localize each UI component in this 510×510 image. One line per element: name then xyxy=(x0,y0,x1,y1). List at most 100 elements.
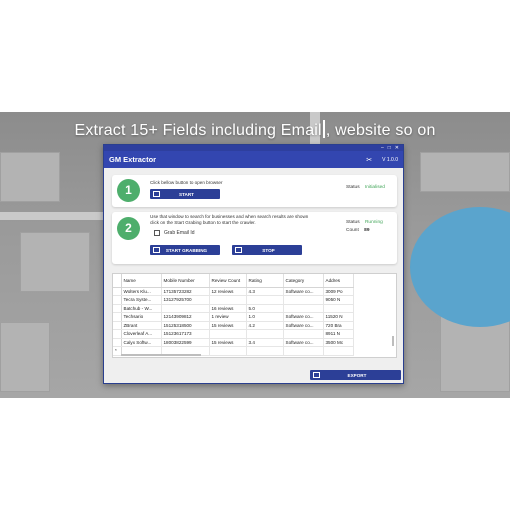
table-row[interactable]: ZBrant 15125318500 15 reviews 4.2 Software c… xyxy=(113,321,354,330)
column-header-address[interactable]: Addres xyxy=(323,274,354,288)
table-cell[interactable]: 15125318500 xyxy=(161,321,210,330)
table-cell[interactable] xyxy=(283,304,324,313)
table-cell[interactable]: 18003822599 xyxy=(161,338,210,347)
table-cell[interactable]: 1 review xyxy=(209,312,247,322)
table-row[interactable]: Cloverleaf A... 15123617173 8911 N xyxy=(113,329,354,339)
grab-icon xyxy=(153,247,160,253)
column-header-review-count[interactable]: Review Count xyxy=(209,274,247,288)
map-block xyxy=(0,322,50,392)
table-row[interactable]: Batchub - W... 16 reviews 5.0 xyxy=(113,304,354,313)
table-cell[interactable]: 15 reviews xyxy=(209,338,247,347)
table-row[interactable]: Techsario 12143909812 1 review 1.0 Software … xyxy=(113,312,354,322)
row-header[interactable] xyxy=(113,295,122,305)
headline-text-rest: , xyxy=(325,122,336,139)
table-cell[interactable]: 17135723282 xyxy=(161,287,210,296)
row-header-corner xyxy=(113,274,122,288)
step2-status: Status Running xyxy=(346,220,383,225)
table-row[interactable]: Tecra Syste... 13127925700 9050 N xyxy=(113,295,354,305)
column-header-name[interactable]: Name xyxy=(121,274,162,288)
table-cell[interactable]: ZBrant xyxy=(121,321,162,330)
minimize-button[interactable]: – xyxy=(381,145,384,151)
step2-count: Count 89 xyxy=(346,228,370,233)
status-value: Initialised xyxy=(364,185,385,190)
start-button[interactable]: START xyxy=(150,189,220,199)
headline: Extract 15+ Fields including Email, webs… xyxy=(0,120,510,140)
table-cell[interactable]: 3009 Po xyxy=(323,287,354,296)
table-cell[interactable] xyxy=(323,346,354,356)
start-grabbing-button[interactable]: START GRABBING xyxy=(150,245,220,255)
results-grid[interactable]: Name Mobile Number Review Count Rating C… xyxy=(112,273,397,358)
table-cell[interactable]: Wolters Klu... xyxy=(121,287,162,296)
row-header[interactable] xyxy=(113,304,122,313)
column-header-rating[interactable]: Rating xyxy=(246,274,284,288)
table-cell[interactable]: 1.0 xyxy=(246,312,284,322)
table-cell[interactable]: 16 reviews xyxy=(209,304,247,313)
table-cell[interactable]: 4.2 xyxy=(246,321,284,330)
table-cell[interactable]: 15123617173 xyxy=(161,329,210,339)
table-cell[interactable] xyxy=(209,295,247,305)
table-cell[interactable]: Software co... xyxy=(283,321,324,330)
table-cell[interactable]: 3500 Mc xyxy=(323,338,354,347)
headline-text: Extract 15+ Fields including Email xyxy=(74,122,322,139)
table-cell[interactable]: 15 reviews xyxy=(209,321,247,330)
app-title: GM Extractor xyxy=(109,155,157,164)
table-cell[interactable] xyxy=(283,329,324,339)
row-header[interactable] xyxy=(113,312,122,322)
close-button[interactable]: ✕ xyxy=(395,145,399,151)
table-cell[interactable] xyxy=(323,304,354,313)
table-cell[interactable] xyxy=(283,346,324,356)
table-cell[interactable]: Cloverleaf A... xyxy=(121,329,162,339)
export-button[interactable]: EXPORT xyxy=(310,370,401,380)
row-header[interactable] xyxy=(113,321,122,330)
table-cell[interactable]: Software co... xyxy=(283,312,324,322)
column-header-category[interactable]: Category xyxy=(283,274,324,288)
table-cell[interactable]: 720 Bra xyxy=(323,321,354,330)
maximize-button[interactable]: □ xyxy=(388,145,391,151)
table-row[interactable]: Calyx Softw... 18003822599 15 reviews 3.4 So… xyxy=(113,338,354,347)
tools-icon[interactable]: ✂ xyxy=(366,156,372,164)
table-cell[interactable]: 11520 N xyxy=(323,312,354,322)
stop-button[interactable]: STOP xyxy=(232,245,302,255)
table-cell[interactable]: 3.4 xyxy=(246,338,284,347)
table-body: Wolters Klu... 17135723282 12 reviews 4.3 So… xyxy=(113,287,354,356)
table-cell[interactable] xyxy=(209,329,247,339)
table-cell[interactable]: 8911 N xyxy=(323,329,354,339)
step1-status: Status Initialised xyxy=(346,185,385,190)
table-cell[interactable]: Calyx Softw... xyxy=(121,338,162,347)
row-header[interactable] xyxy=(113,338,122,347)
results-table: Name Mobile Number Review Count Rating C… xyxy=(113,274,354,356)
step2-instruction-line2: click on the Start Grabing button to sta… xyxy=(150,220,256,225)
table-cell[interactable]: Tecra Syste... xyxy=(121,295,162,305)
table-cell[interactable]: Software co... xyxy=(283,338,324,347)
table-cell[interactable]: 13127925700 xyxy=(161,295,210,305)
table-cell[interactable]: 9050 N xyxy=(323,295,354,305)
table-cell[interactable] xyxy=(283,295,324,305)
row-header[interactable] xyxy=(113,329,122,339)
map-road xyxy=(0,212,103,220)
vertical-scrollbar[interactable] xyxy=(392,336,394,346)
table-cell[interactable]: 12143909812 xyxy=(161,312,210,322)
table-cell[interactable] xyxy=(209,346,247,356)
row-header[interactable] xyxy=(113,287,122,296)
table-header-row: Name Mobile Number Review Count Rating C… xyxy=(113,274,354,288)
table-cell[interactable] xyxy=(246,295,284,305)
table-cell[interactable]: Software co... xyxy=(283,287,324,296)
table-cell[interactable]: 12 reviews xyxy=(209,287,247,296)
table-cell[interactable]: Batchub - W... xyxy=(121,304,162,313)
grab-email-checkbox[interactable] xyxy=(154,230,160,236)
count-label: Count xyxy=(346,228,359,233)
export-icon xyxy=(313,372,320,378)
table-cell[interactable]: 4.3 xyxy=(246,287,284,296)
table-cell[interactable]: 5.0 xyxy=(246,304,284,313)
table-cell[interactable] xyxy=(246,346,284,356)
column-header-mobile[interactable]: Mobile Number xyxy=(161,274,210,288)
map-block xyxy=(420,152,510,192)
table-cell[interactable] xyxy=(246,329,284,339)
table-cell[interactable]: Techsario xyxy=(121,312,162,322)
app-window: – □ ✕ GM Extractor ✂ V 1.0.0 1 Click bel… xyxy=(103,144,404,384)
table-row[interactable]: Wolters Klu... 17135723282 12 reviews 4.3 So… xyxy=(113,287,354,296)
text-cursor-icon xyxy=(322,120,325,138)
table-cell[interactable] xyxy=(161,304,210,313)
step2-card: 2 Use that window to search for business… xyxy=(112,212,397,264)
horizontal-scrollbar[interactable] xyxy=(121,354,201,356)
